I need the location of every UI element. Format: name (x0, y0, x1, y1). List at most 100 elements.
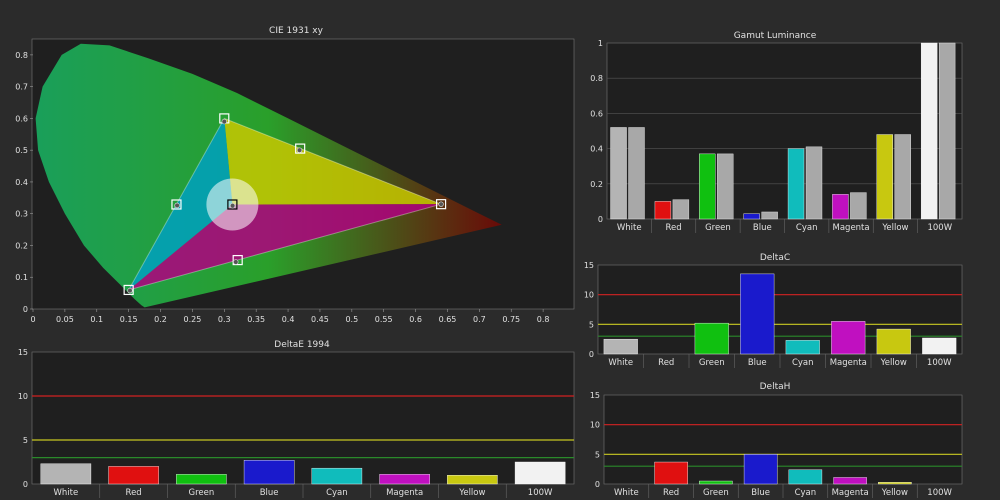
luminance-panel: Gamut Luminance 0 0.2 0.4 0.6 0.8 1 White Red Gr… (590, 31, 963, 233)
lum-bar-target (628, 127, 645, 220)
lum-xtick-label: Magenta (833, 223, 870, 233)
de-xtick-label: Blue (260, 488, 279, 498)
dc-xtick-label: Magenta (830, 358, 867, 368)
dc-ytick-label: 15 (584, 261, 594, 270)
cie-xtick-label: 0.25 (184, 315, 202, 324)
de-title: DeltaE 1994 (274, 340, 330, 350)
dh-ytick-label: 0 (595, 480, 600, 489)
dc-xtick-label: Red (658, 358, 674, 368)
cie-xtick-label: 0.15 (120, 315, 138, 324)
cie-xtick-label: 0.4 (282, 315, 295, 324)
cie-xtick-label: 0.65 (439, 315, 457, 324)
lum-xtick-label: Red (665, 223, 681, 233)
dh-xtick-label: 100W (927, 488, 952, 498)
lum-bar-measured (920, 42, 938, 220)
dh-xtick-label: Yellow (881, 488, 908, 498)
cie-xtick-label: 0.6 (409, 315, 422, 324)
lum-xtick-label: Yellow (881, 223, 908, 233)
cie-measured-red (438, 201, 444, 207)
de-bar (514, 461, 566, 485)
cie-ytick-label: 0.1 (15, 273, 28, 282)
dc-bar (603, 338, 638, 355)
lum-bar-measured (876, 134, 893, 220)
cie-measured-white (229, 203, 236, 209)
dc-bar (922, 337, 957, 355)
cie-xtick-label: 0.45 (311, 315, 329, 324)
lum-xtick-label: Green (705, 223, 731, 233)
de-bar (447, 475, 498, 485)
cie-ytick-label: 0.7 (15, 83, 28, 92)
lum-bar-target (894, 134, 911, 220)
de-bar (379, 474, 430, 485)
dc-bar (831, 321, 866, 355)
cie-ytick-label: 0.4 (15, 178, 28, 187)
cie-measured-green (221, 118, 227, 125)
dc-bar (740, 273, 775, 355)
lum-ytick-label: 0.8 (590, 74, 603, 83)
cie-xtick-label: 0.75 (502, 315, 520, 324)
de-bar (243, 460, 295, 485)
deltac-panel: DeltaC 0 5 10 15 White Red Green Blue Cyan Magent… (584, 253, 963, 368)
dc-bar (876, 328, 911, 355)
dc-ytick-label: 5 (589, 320, 594, 329)
dh-bar (878, 482, 912, 485)
dc-bar (785, 340, 820, 355)
lum-bar-target (805, 146, 823, 220)
cie-measured-blue (127, 287, 133, 294)
de-xtick-label: 100W (528, 488, 553, 498)
dh-bar (699, 480, 733, 485)
lum-xtick-label: 100W (927, 223, 952, 233)
cie-measured-yellow (296, 147, 303, 153)
lum-ytick-label: 0.6 (590, 109, 603, 118)
lum-bar-target (672, 199, 690, 220)
dc-xtick-label: White (608, 358, 633, 368)
cie-xtick-label: 0.1 (90, 315, 103, 324)
lum-bar-target (761, 211, 778, 220)
cie-measured-cyan (174, 202, 180, 209)
lum-bar-measured (654, 201, 672, 220)
dc-ytick-label: 10 (584, 291, 594, 300)
lum-bar-measured (699, 153, 716, 220)
lum-xtick-label: White (617, 223, 642, 233)
dh-ytick-label: 10 (590, 421, 600, 430)
dh-bar (654, 461, 688, 485)
dc-xtick-label: Yellow (880, 358, 907, 368)
de-xtick-label: Yellow (458, 488, 485, 498)
lum-ytick-label: 1 (598, 39, 603, 48)
cie-title: CIE 1931 xy (269, 26, 324, 36)
de-xtick-label: Magenta (386, 488, 423, 498)
de-bar (108, 466, 159, 485)
dh-bar (788, 469, 823, 485)
de-plot-area (31, 351, 575, 485)
lum-bar-target (717, 153, 734, 220)
lum-bar-target (850, 192, 867, 220)
de-xtick-label: White (54, 488, 79, 498)
de-ytick-label: 0 (23, 480, 28, 489)
lum-xtick-label: Blue (753, 223, 772, 233)
cie-xtick-label: 0 (30, 315, 35, 324)
cie-ytick-label: 0.3 (15, 210, 28, 219)
cie-ytick-label: 0.8 (15, 51, 28, 60)
dh-xtick-label: Blue (751, 488, 770, 498)
cie-xtick-label: 0.7 (473, 315, 486, 324)
dh-xtick-label: Cyan (795, 488, 817, 498)
dh-ytick-label: 15 (590, 391, 600, 400)
dh-bar (743, 454, 778, 485)
lum-ytick-label: 0 (598, 215, 603, 224)
cie-xtick-label: 0.8 (537, 315, 550, 324)
dc-xtick-label: Green (699, 358, 725, 368)
lum-xtick-label: Cyan (796, 223, 818, 233)
de-bar (176, 474, 227, 485)
dc-xtick-label: 100W (927, 358, 952, 368)
dh-xtick-label: Red (663, 488, 679, 498)
cie-ytick-label: 0.5 (15, 146, 28, 155)
deltah-panel: DeltaH 0 5 10 15 White Red Green Blue Cyan Magent… (590, 382, 963, 498)
cie-xtick-label: 0.05 (56, 315, 74, 324)
dh-xtick-label: White (614, 488, 639, 498)
dh-ytick-label: 5 (595, 450, 600, 459)
lum-ytick-label: 0.4 (590, 145, 603, 154)
lum-bar-measured (787, 148, 805, 220)
cie-xtick-label: 0.35 (247, 315, 265, 324)
deltae-panel: DeltaE 1994 0 5 10 15 White Red Green Blue Cyan M… (18, 340, 575, 498)
de-xtick-label: Red (126, 488, 142, 498)
